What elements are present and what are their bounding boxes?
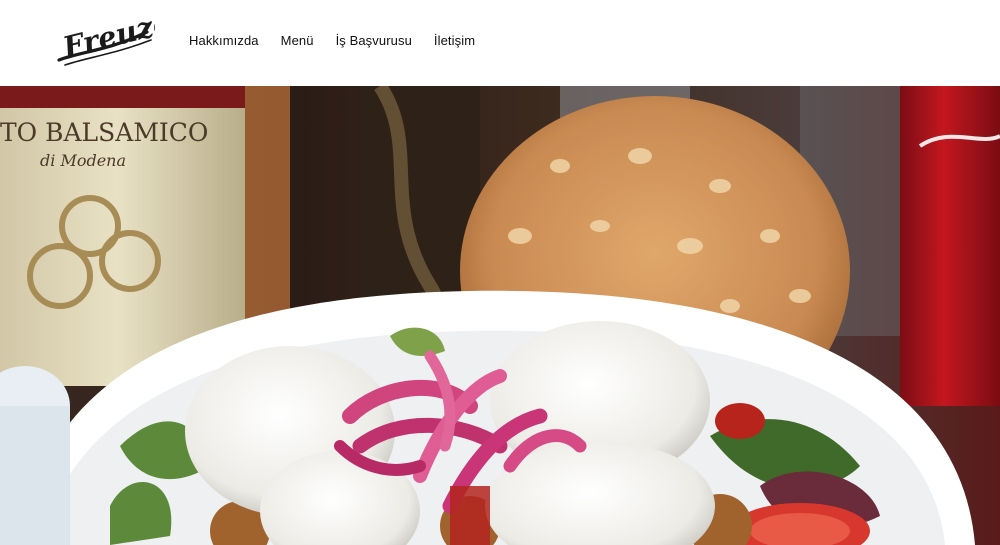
- main-nav: Hakkımızda Menü İş Başvurusu İletişim: [189, 33, 475, 48]
- svg-text:di Modena: di Modena: [40, 151, 126, 170]
- brand-logo[interactable]: Freuzé: [55, 5, 174, 72]
- nav-item-job-application[interactable]: İş Başvurusu: [336, 33, 412, 48]
- hero-food-illustration: TO BALSAMICO di Modena: [0, 86, 1000, 545]
- hero-image: TO BALSAMICO di Modena: [0, 86, 1000, 545]
- site-header: Freuzé Hakkımızda Menü İş Başvurusu İlet…: [0, 0, 1000, 86]
- nav-item-menu[interactable]: Menü: [281, 33, 314, 48]
- nav-item-about[interactable]: Hakkımızda: [189, 33, 259, 48]
- logo-icon: Freuzé: [57, 5, 174, 66]
- svg-text:Freuzé: Freuzé: [59, 10, 155, 65]
- nav-item-contact[interactable]: İletişim: [434, 33, 475, 48]
- svg-text:TO BALSAMICO: TO BALSAMICO: [0, 118, 208, 147]
